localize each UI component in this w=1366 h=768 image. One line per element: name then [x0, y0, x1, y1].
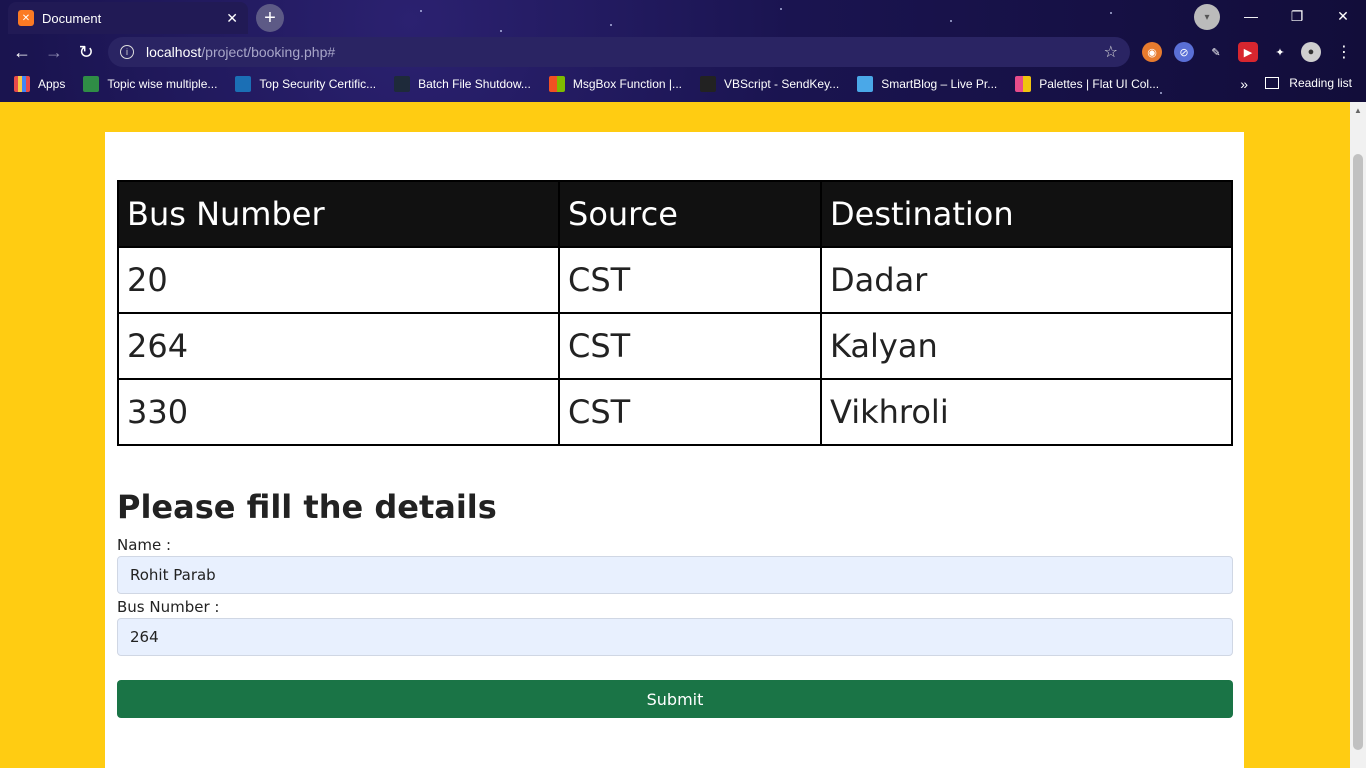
- security-cert-icon: [235, 76, 252, 92]
- bookmark-star-icon[interactable]: ☆: [1104, 42, 1118, 62]
- bookmark-label: MsgBox Function |...: [572, 77, 683, 91]
- bookmark-item[interactable]: Topic wise multiple...: [83, 76, 217, 92]
- url-path: /project/booking.php#: [201, 44, 336, 60]
- bookmark-label: Apps: [38, 77, 66, 91]
- bookmark-item[interactable]: MsgBox Function |...: [548, 76, 683, 92]
- page-container: Bus Number Source Destination 20 CST Dad…: [105, 132, 1244, 768]
- microsoft-icon: [548, 76, 565, 92]
- scroll-up-icon[interactable]: ▲: [1354, 106, 1362, 115]
- bus-table: Bus Number Source Destination 20 CST Dad…: [117, 180, 1233, 446]
- browser-chrome: ✕ Document ✕ + ▾ — ❐ ✕ ← → ↻ i localhost…: [0, 0, 1366, 102]
- tab-document[interactable]: ✕ Document ✕: [8, 2, 248, 34]
- reading-list-icon: [1265, 77, 1280, 89]
- tab-search-icon[interactable]: ▾: [1194, 4, 1220, 30]
- extension-owl-icon[interactable]: ◉: [1142, 42, 1162, 62]
- decorative-star: [610, 24, 612, 26]
- table-row: 20 CST Dadar: [117, 246, 1233, 314]
- bookmark-label: Top Security Certific...: [259, 77, 377, 91]
- table-row: 330 CST Vikhroli: [117, 378, 1233, 446]
- scrollbar-thumb[interactable]: [1353, 154, 1363, 750]
- bus-number-cell: 20: [117, 246, 560, 314]
- smartblog-icon: [857, 76, 874, 92]
- table-header-row: Bus Number Source Destination: [117, 180, 1233, 248]
- bus-number-cell: 330: [117, 378, 560, 446]
- batch-file-icon: [394, 76, 411, 92]
- extensions-puzzle-icon[interactable]: ✦: [1270, 42, 1290, 62]
- source-cell: CST: [558, 246, 822, 314]
- back-button[interactable]: ←: [10, 40, 34, 64]
- palettes-icon: [1015, 76, 1032, 92]
- profile-avatar[interactable]: ●: [1301, 42, 1321, 62]
- forward-button[interactable]: →: [42, 40, 66, 64]
- extension-block-icon[interactable]: ⊘: [1174, 42, 1194, 62]
- table-row: 264 CST Kalyan: [117, 312, 1233, 380]
- name-input[interactable]: [117, 556, 1233, 594]
- site-info-icon[interactable]: i: [120, 45, 134, 59]
- url-host: localhost: [146, 44, 202, 60]
- bookmark-label: Palettes | Flat UI Col...: [1039, 77, 1160, 91]
- tab-title: Document: [42, 10, 102, 26]
- more-bookmarks-button[interactable]: »: [1240, 76, 1248, 92]
- bookmark-item[interactable]: Palettes | Flat UI Col...: [1015, 76, 1159, 92]
- bookmark-item[interactable]: VBScript - SendKey...: [700, 76, 839, 92]
- decorative-star: [500, 30, 502, 32]
- reading-list-button[interactable]: Reading list: [1265, 76, 1352, 90]
- extension-red-icon[interactable]: ▶: [1238, 42, 1258, 62]
- bookmark-apps[interactable]: Apps: [14, 76, 65, 92]
- source-cell: CST: [558, 378, 822, 446]
- bookmarks-bar: Apps Topic wise multiple... Top Security…: [0, 72, 1366, 96]
- close-window-button[interactable]: ✕: [1320, 0, 1366, 32]
- bus-number-input[interactable]: [117, 618, 1233, 656]
- form-title: Please fill the details: [117, 488, 497, 526]
- bus-number-label: Bus Number :: [117, 598, 220, 616]
- decorative-star: [420, 10, 422, 12]
- bookmark-label: VBScript - SendKey...: [724, 77, 840, 91]
- menu-kebab-icon[interactable]: ⋮: [1334, 42, 1354, 62]
- destination-cell: Kalyan: [820, 312, 1233, 380]
- column-header: Destination: [820, 180, 1233, 248]
- destination-cell: Dadar: [820, 246, 1233, 314]
- bookmark-label: Batch File Shutdow...: [418, 77, 531, 91]
- bookmark-item[interactable]: SmartBlog – Live Pr...: [857, 76, 997, 92]
- bookmark-item[interactable]: Top Security Certific...: [235, 76, 376, 92]
- bus-number-cell: 264: [117, 312, 560, 380]
- column-header: Bus Number: [117, 180, 560, 248]
- geeksforgeeks-icon: [83, 76, 100, 92]
- close-tab-icon[interactable]: ✕: [226, 10, 238, 27]
- name-label: Name :: [117, 536, 172, 554]
- decorative-star: [1110, 12, 1112, 14]
- address-bar[interactable]: i localhost /project/booking.php# ☆: [108, 37, 1130, 67]
- reload-button[interactable]: ↻: [74, 40, 98, 64]
- decorative-star: [780, 8, 782, 10]
- xampp-favicon-icon: ✕: [18, 10, 34, 26]
- extension-pen-icon[interactable]: ✎: [1206, 42, 1226, 62]
- destination-cell: Vikhroli: [820, 378, 1233, 446]
- new-tab-button[interactable]: +: [256, 4, 284, 32]
- minimize-window-button[interactable]: —: [1228, 0, 1274, 32]
- page-scrollbar[interactable]: ▲: [1350, 102, 1366, 768]
- decorative-star: [950, 20, 952, 22]
- restore-window-button[interactable]: ❐: [1274, 0, 1320, 32]
- column-header: Source: [558, 180, 822, 248]
- vbscript-icon: [700, 76, 717, 92]
- reading-list-label: Reading list: [1289, 76, 1352, 90]
- bookmark-label: SmartBlog – Live Pr...: [881, 77, 998, 91]
- bookmark-item[interactable]: Batch File Shutdow...: [394, 76, 531, 92]
- bookmark-label: Topic wise multiple...: [107, 77, 218, 91]
- submit-button[interactable]: Submit: [117, 680, 1233, 718]
- apps-grid-icon: [14, 76, 30, 92]
- source-cell: CST: [558, 312, 822, 380]
